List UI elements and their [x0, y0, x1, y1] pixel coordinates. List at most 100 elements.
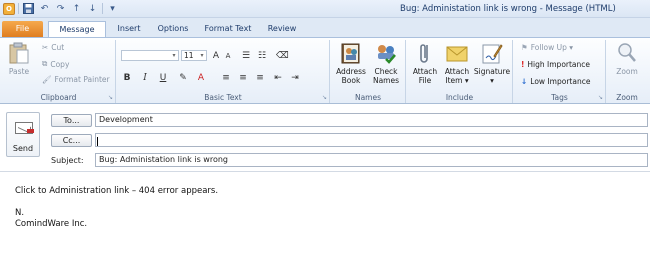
copy-button[interactable]: ⧉ Copy	[42, 59, 69, 69]
down-arrow-icon[interactable]: ↓	[86, 2, 99, 15]
format-painter-button[interactable]: 🖌 Format Painter	[42, 75, 110, 84]
zoom-button[interactable]: Zoom	[610, 41, 644, 76]
tab-format-text[interactable]: Format Text	[200, 21, 256, 38]
dialog-launcher-icon[interactable]: ↘	[322, 94, 327, 101]
basic-text-group-label: Basic Text	[204, 93, 242, 102]
tab-message[interactable]: Message	[48, 21, 106, 38]
check-names-label-1: Check	[374, 67, 398, 76]
clipboard-group-label: Clipboard	[40, 93, 77, 102]
numbering-icon[interactable]: ☷	[256, 50, 268, 62]
envelope-icon	[445, 41, 469, 65]
include-group-label: Include	[445, 93, 474, 102]
toolbar-divider	[18, 3, 19, 14]
copy-label: Copy	[50, 59, 70, 69]
cc-field[interactable]	[95, 133, 648, 147]
align-center-icon[interactable]: ≡	[237, 72, 249, 84]
address-book-label-1: Address	[336, 67, 366, 76]
cc-button[interactable]: Cc...	[51, 134, 92, 147]
up-arrow-icon[interactable]: ↑	[70, 2, 83, 15]
low-importance-label: Low Importance	[530, 77, 591, 86]
clipboard-group: Paste ✂ Cut ⧉ Copy 🖌 Format Painter Clip…	[2, 40, 116, 103]
align-left-icon[interactable]: ≡	[220, 72, 232, 84]
attach-file-button[interactable]: Attach File	[409, 41, 441, 85]
send-label: Send	[12, 144, 34, 153]
italic-button[interactable]: I	[139, 72, 151, 84]
tab-file[interactable]: File	[2, 21, 43, 38]
highlight-icon[interactable]: ✎	[177, 72, 189, 84]
high-importance-button[interactable]: ! High Importance	[521, 60, 590, 69]
save-icon[interactable]	[22, 2, 35, 15]
include-group: Attach File Attach Item ▾ Signature ▾ In…	[407, 40, 513, 103]
customize-icon[interactable]: ▾	[106, 2, 119, 15]
text-caret	[97, 137, 98, 146]
message-body[interactable]: Click to Administration link – 404 error…	[15, 186, 218, 230]
signature-label: Signature ▾	[473, 67, 511, 85]
format-painter-label: Format Painter	[54, 75, 110, 84]
follow-up-button[interactable]: ⚑ Follow Up ▾	[521, 43, 573, 52]
align-right-icon[interactable]: ≡	[254, 72, 266, 84]
high-importance-label: High Importance	[527, 60, 591, 69]
address-book-button[interactable]: Address Book	[334, 41, 368, 85]
title-bar: O ↶ ↷ ↑ ↓ ▾ Bug: Administation link is w…	[0, 0, 650, 18]
body-line: N.	[15, 208, 25, 218]
bullets-icon[interactable]: ☰	[240, 50, 252, 62]
window-title: Bug: Administation link is wrong - Messa…	[400, 4, 616, 14]
font-size-combo[interactable]: 11 ▾	[181, 50, 207, 61]
body-line: ComindWare Inc.	[15, 219, 88, 229]
flag-icon: ⚑	[521, 43, 528, 52]
names-group-label: Names	[354, 93, 382, 102]
body-line: Click to Administration link – 404 error…	[15, 186, 219, 196]
paperclip-icon	[413, 41, 437, 65]
check-names-icon	[374, 41, 398, 65]
paste-button[interactable]: Paste	[5, 41, 33, 76]
redo-icon[interactable]: ↷	[54, 2, 67, 15]
font-color-icon[interactable]: A	[195, 72, 207, 84]
cut-label: Cut	[51, 43, 65, 52]
signature-icon	[480, 41, 504, 65]
chevron-down-icon: ▾	[172, 52, 176, 59]
attach-item-button[interactable]: Attach Item ▾	[441, 41, 473, 85]
clear-formatting-icon[interactable]: ⌫	[276, 50, 289, 62]
attach-item-label-2: Item ▾	[445, 76, 469, 85]
scissors-icon: ✂	[42, 43, 49, 52]
tab-review[interactable]: Review	[262, 21, 302, 38]
grow-font-icon[interactable]: A	[210, 50, 222, 62]
tags-group-label: Tags	[551, 93, 568, 102]
attach-file-label-2: File	[418, 76, 432, 85]
names-group: Address Book Check Names Names	[331, 40, 406, 103]
paste-label: Paste	[8, 67, 30, 76]
dialog-launcher-icon[interactable]: ↘	[108, 94, 113, 101]
font-name-combo[interactable]: ▾	[121, 50, 179, 61]
undo-icon[interactable]: ↶	[38, 2, 51, 15]
to-field[interactable]: Development	[95, 113, 648, 127]
to-button[interactable]: To...	[51, 114, 92, 127]
signature-button[interactable]: Signature ▾	[473, 41, 511, 85]
increase-indent-icon[interactable]: ⇥	[289, 72, 301, 84]
zoom-group: Zoom Zoom	[607, 40, 647, 103]
check-names-button[interactable]: Check Names	[369, 41, 403, 85]
low-importance-button[interactable]: ↓ Low Importance	[521, 77, 590, 86]
zoom-label: Zoom	[616, 67, 638, 76]
decrease-indent-icon[interactable]: ⇤	[272, 72, 284, 84]
magnifier-icon	[615, 41, 639, 65]
tab-options[interactable]: Options	[153, 21, 193, 38]
font-size-value: 11	[184, 51, 194, 60]
tab-insert[interactable]: Insert	[110, 21, 148, 38]
cut-button[interactable]: ✂ Cut	[42, 43, 64, 52]
address-book-label-2: Book	[341, 76, 361, 85]
dialog-launcher-icon[interactable]: ↘	[598, 94, 603, 101]
bold-button[interactable]: B	[121, 72, 133, 84]
shrink-font-icon[interactable]: A	[222, 50, 234, 62]
ribbon-tabs: File Message Insert Options Format Text …	[0, 18, 650, 38]
tags-group: ⚑ Follow Up ▾ ! High Importance ↓ Low Im…	[514, 40, 606, 103]
body-line	[15, 197, 218, 208]
copy-icon: ⧉	[42, 59, 48, 68]
chevron-down-icon: ▾	[200, 52, 204, 59]
ribbon: Paste ✂ Cut ⧉ Copy 🖌 Format Painter Clip…	[0, 37, 650, 104]
paintbrush-icon: 🖌	[42, 75, 52, 84]
send-button[interactable]: Send	[6, 112, 40, 157]
outlook-icon[interactable]: O	[3, 2, 15, 15]
underline-button[interactable]: U	[157, 72, 169, 84]
follow-up-label: Follow Up ▾	[530, 43, 574, 52]
subject-field[interactable]: Bug: Administation link is wrong	[95, 153, 648, 167]
